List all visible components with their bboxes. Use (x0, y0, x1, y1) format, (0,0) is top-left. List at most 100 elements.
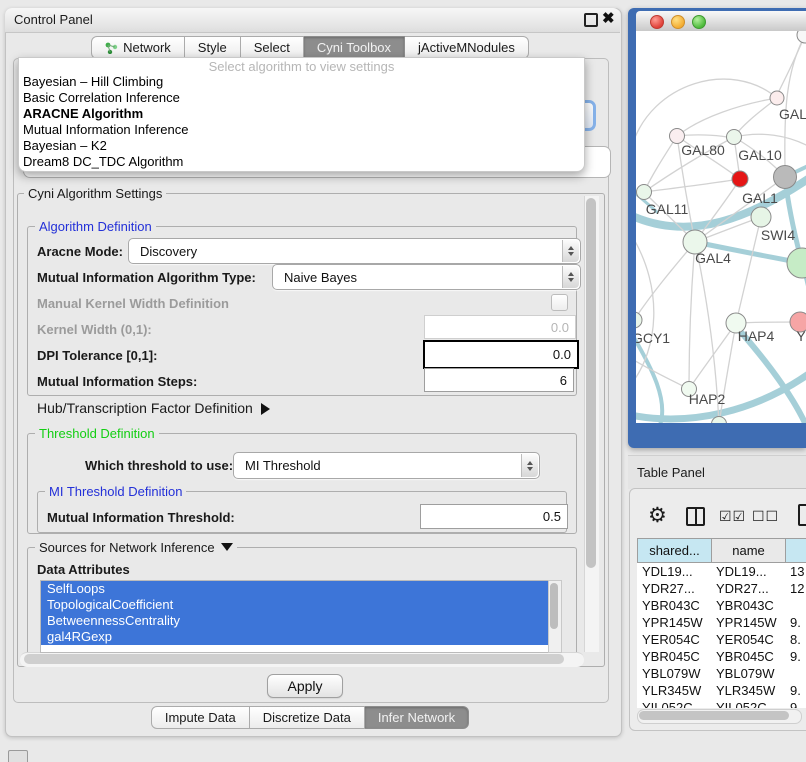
new-table-icon[interactable] (798, 504, 806, 526)
tab-select[interactable]: Select (241, 36, 304, 59)
window-zoom-icon[interactable] (692, 15, 706, 29)
algorithm-option[interactable]: Bayesian – Hill Climbing (19, 74, 584, 90)
data-attributes-list[interactable]: SelfLoopsTopologicalCoefficientBetweenne… (40, 580, 550, 653)
network-node-gal11[interactable] (637, 185, 652, 200)
manual-kernel-label: Manual Kernel Width Definition (37, 296, 229, 311)
algorithm-option[interactable]: Mutual Information Inference (19, 122, 584, 138)
network-node-gal10[interactable] (727, 130, 742, 145)
data-attribute-item[interactable]: SelfLoops (41, 581, 549, 597)
network-node-swi4[interactable] (787, 248, 806, 278)
bottom-tab-bar: Impute DataDiscretize Data Infer Network (13, 706, 607, 729)
table-row[interactable]: YBL079WYBL079W (637, 665, 806, 682)
tab-style[interactable]: Style (185, 36, 241, 59)
which-threshold-label: Which threshold to use: (85, 458, 233, 473)
attributes-scrollbar[interactable] (548, 580, 562, 653)
data-attribute-item[interactable]: BetweennessCentrality (41, 613, 549, 629)
node-table[interactable]: shared...name YDL19...YDL19...13YDR27...… (637, 538, 806, 708)
table-cell: 12 (785, 580, 806, 597)
close-icon[interactable]: ✖ (602, 9, 615, 27)
manual-kernel-checkbox[interactable] (551, 294, 568, 311)
hub-definition-label: Hub/Transcription Factor Definition (37, 400, 253, 416)
table-row[interactable]: YIL052CYIL052C9. (637, 699, 806, 708)
mi-algorithm-type-value: Naive Bayes (284, 270, 357, 285)
column-header-name[interactable]: name (711, 538, 785, 563)
tab-label: Network (123, 40, 171, 55)
kernel-width-label: Kernel Width (0,1): (37, 322, 152, 337)
table-cell: YER054C (711, 631, 785, 648)
hub-definition-section[interactable]: Hub/Transcription Factor Definition (37, 400, 270, 416)
columns-icon[interactable] (686, 507, 705, 526)
collapse-arrow-icon[interactable] (221, 543, 233, 551)
attributes-scrollbar-thumb[interactable] (550, 583, 558, 629)
table-horizontal-scrollbar-thumb[interactable] (639, 711, 789, 720)
table-row[interactable]: YPR145WYPR145W9. (637, 614, 806, 631)
algorithm-option[interactable]: Basic Correlation Inference (19, 90, 584, 106)
network-node[interactable] (797, 31, 806, 43)
table-row[interactable]: YDR27...YDR27...12 (637, 580, 806, 597)
aracne-mode-combobox[interactable]: Discovery (128, 238, 581, 264)
window-close-icon[interactable] (650, 15, 664, 29)
table-cell: YDL19... (711, 563, 785, 580)
kernel-width-input[interactable]: 0.0 (424, 315, 576, 339)
table-row[interactable]: YBR045CYBR045C9. (637, 648, 806, 665)
window-minimize-icon[interactable] (671, 15, 685, 29)
table-cell: 13 (785, 563, 806, 580)
tab-jactivemnodules[interactable]: jActiveMNodules (405, 36, 529, 59)
tab-discretize-data[interactable]: Discretize Data (250, 706, 365, 729)
table-cell: YIL052C (711, 699, 785, 708)
control-panel-titlebar[interactable] (5, 8, 620, 33)
hide-columns-icon[interactable]: ☐☐ (752, 508, 779, 525)
table-cell: YBR043C (711, 597, 785, 614)
algorithm-option[interactable]: ARACNE Algorithm (19, 106, 584, 122)
network-node[interactable] (774, 166, 797, 189)
node-label-gal1: GAL1 (742, 190, 778, 206)
mi-steps-value: 6 (560, 373, 567, 388)
mi-threshold-input[interactable]: 0.5 (420, 504, 568, 529)
dpi-tolerance-input[interactable]: 0.0 (423, 340, 579, 369)
tab-label: jActiveMNodules (418, 40, 515, 55)
tab-label: Infer Network (378, 710, 455, 725)
tab-network[interactable]: Network (91, 36, 185, 59)
mi-algorithm-type-combobox[interactable]: Naive Bayes (272, 264, 581, 290)
show-columns-icon[interactable]: ☑☑ (719, 508, 746, 525)
sources-title[interactable]: Sources for Network Inference (35, 540, 237, 555)
tab-label: Select (254, 40, 290, 55)
algorithm-option[interactable]: Dream8 DC_TDC Algorithm (19, 154, 584, 170)
column-header-partial[interactable] (785, 538, 806, 563)
tab-impute-data[interactable]: Impute Data (151, 706, 250, 729)
network-node-gcy1[interactable] (636, 312, 642, 328)
settings-vertical-scrollbar-thumb[interactable] (586, 198, 596, 568)
network-node-gal[interactable] (770, 91, 784, 105)
network-canvas[interactable]: GALGAL80GAL10GAL1GAL11GAL4SWI4GCY1HAP4YH… (636, 31, 806, 423)
node-label-y: Y (796, 328, 806, 344)
tab-infer-network[interactable]: Infer Network (365, 706, 469, 729)
algorithm-definition-title: Algorithm Definition (35, 219, 156, 234)
table-cell: YPR145W (637, 614, 711, 631)
table-row[interactable]: YDL19...YDL19...13 (637, 563, 806, 580)
apply-button[interactable]: Apply (267, 674, 343, 698)
which-threshold-combobox[interactable]: MI Threshold (233, 452, 540, 479)
data-attribute-item[interactable]: gal4RGexp (41, 629, 549, 645)
threshold-definition-title: Threshold Definition (35, 426, 159, 441)
node-label-gal11: GAL11 (646, 201, 689, 217)
mi-steps-input[interactable]: 6 (424, 368, 574, 392)
table-cell: YBR043C (637, 597, 711, 614)
network-node-gal1[interactable] (751, 207, 771, 227)
table-row[interactable]: YLR345WYLR345W9. (637, 682, 806, 699)
settings-horizontal-scrollbar-thumb[interactable] (24, 654, 564, 664)
expand-arrow-icon[interactable] (261, 403, 270, 415)
data-attribute-item[interactable]: TopologicalCoefficient (41, 597, 549, 613)
algorithm-options-list: Bayesian – Hill ClimbingBasic Correlatio… (19, 74, 584, 170)
tab-cyni-toolbox[interactable]: Cyni Toolbox (304, 36, 405, 59)
gear-icon[interactable]: ⚙ (648, 503, 667, 528)
table-body: YDL19...YDL19...13YDR27...YDR27...12YBR0… (637, 563, 806, 708)
collapsed-panel-icon[interactable] (8, 750, 28, 762)
float-window-icon[interactable] (584, 13, 598, 27)
algorithm-dropdown-popup: Select algorithm to view settings Bayesi… (18, 57, 585, 172)
table-row[interactable]: YBR043CYBR043C (637, 597, 806, 614)
network-node[interactable] (732, 171, 748, 187)
table-row[interactable]: YER054CYER054C8. (637, 631, 806, 648)
column-header-shared-[interactable]: shared... (637, 538, 711, 563)
node-label-gal4: GAL4 (695, 250, 731, 266)
algorithm-option[interactable]: Bayesian – K2 (19, 138, 584, 154)
